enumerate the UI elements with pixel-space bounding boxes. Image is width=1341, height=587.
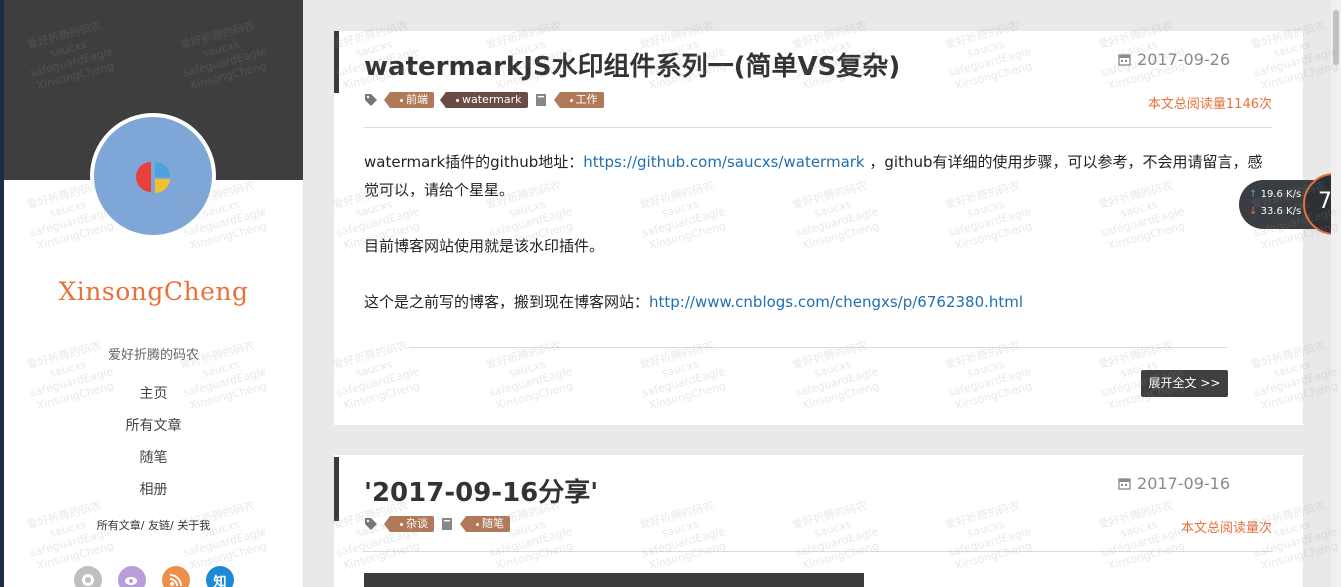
scrollbar[interactable] bbox=[1331, 0, 1341, 587]
paragraph-usage: 目前博客网站使用就是该水印插件。 bbox=[364, 237, 605, 255]
tag-icon bbox=[365, 518, 377, 530]
post-date-text: 2017-09-16 bbox=[1137, 474, 1230, 493]
github-icon[interactable] bbox=[74, 566, 102, 587]
tag-frontend[interactable]: 前端 bbox=[384, 92, 434, 108]
download-value: 33.6 bbox=[1260, 206, 1283, 217]
zhihu-icon[interactable]: 知 bbox=[206, 566, 234, 587]
avatar[interactable] bbox=[90, 113, 216, 239]
category-label: 工作 bbox=[575, 93, 598, 106]
upload-speed: ↑ 19.6 K/s bbox=[1249, 189, 1301, 200]
weibo-icon[interactable] bbox=[118, 566, 146, 587]
book-icon bbox=[442, 518, 452, 530]
upload-arrow-icon: ↑ bbox=[1249, 189, 1258, 200]
tag-label: watermark bbox=[462, 93, 522, 106]
post-date: 2017-09-26 bbox=[1118, 50, 1230, 69]
nav-essays[interactable]: 随笔 bbox=[4, 447, 303, 467]
zhihu-glyph: 知 bbox=[213, 574, 227, 587]
post-image bbox=[364, 573, 864, 587]
cnblogs-link[interactable]: http://www.cnblogs.com/chengxs/p/6762380… bbox=[649, 293, 1023, 311]
title-divider bbox=[364, 551, 1272, 552]
site-description: 爱好折腾的码农 bbox=[107, 348, 199, 363]
post-accent-bar bbox=[334, 457, 339, 521]
read-count: 本文总阅读量1146次 bbox=[1147, 97, 1272, 112]
expand-button[interactable]: 展开全文 >> bbox=[1141, 370, 1228, 397]
post-accent-bar bbox=[334, 31, 339, 93]
github-link[interactable]: https://github.com/saucxs/watermark bbox=[583, 153, 864, 171]
download-speed: ↓ 33.6 K/s bbox=[1249, 206, 1301, 217]
post-card: watermarkJS水印组件系列一(简单VS复杂) 2017-09-26 本文… bbox=[334, 31, 1303, 425]
calendar-icon bbox=[1118, 478, 1131, 490]
speed-unit: K/s bbox=[1286, 206, 1302, 217]
nav-all-articles[interactable]: 所有文章 bbox=[4, 415, 303, 435]
calendar-icon bbox=[1118, 54, 1131, 66]
text: 这个是之前写的博客，搬到现在博客网站： bbox=[364, 293, 650, 311]
tag-label: 杂谈 bbox=[406, 517, 428, 530]
tag-watermark[interactable]: watermark bbox=[440, 92, 528, 108]
paragraph-github: watermark插件的github地址：https://github.com/… bbox=[364, 148, 1274, 204]
post-date-text: 2017-09-26 bbox=[1137, 50, 1230, 69]
nav-album[interactable]: 相册 bbox=[4, 479, 303, 499]
post-date: 2017-09-16 bbox=[1118, 474, 1230, 493]
nav-home[interactable]: 主页 bbox=[4, 383, 303, 403]
paragraph-cnblogs: 这个是之前写的博客，搬到现在博客网站：http://www.cnblogs.co… bbox=[364, 288, 1023, 316]
speed-unit: K/s bbox=[1286, 189, 1302, 200]
tag-chat[interactable]: 杂谈 bbox=[384, 516, 434, 532]
text: watermark插件的github地址： bbox=[364, 153, 584, 171]
category-work[interactable]: 工作 bbox=[553, 92, 604, 108]
sidebar-sub-links[interactable]: 所有文章/ 友链/ 关于我 bbox=[4, 517, 303, 533]
site-name[interactable]: XinsongCheng bbox=[4, 277, 303, 306]
category-label: 随笔 bbox=[482, 517, 504, 530]
scrollbar-thumb[interactable] bbox=[1333, 10, 1339, 65]
rss-icon[interactable] bbox=[162, 566, 190, 587]
sidebar: XinsongCheng 爱好折腾的码农 主页 所有文章 随笔 相册 所有文章/… bbox=[4, 0, 303, 587]
post-tags: 前端 watermark 工作 bbox=[364, 92, 604, 108]
category-essay[interactable]: 随笔 bbox=[460, 516, 510, 532]
post-tags: 杂谈 随笔 bbox=[364, 516, 510, 532]
book-icon bbox=[535, 94, 546, 106]
post-card: '2017-09-16分享' 2017-09-16 本文总阅读量次 杂谈 随笔 bbox=[334, 455, 1303, 587]
title-divider bbox=[364, 127, 1272, 128]
content-divider bbox=[409, 347, 1227, 348]
post-title[interactable]: watermarkJS水印组件系列一(简单VS复杂) bbox=[364, 46, 900, 83]
tag-icon bbox=[365, 94, 377, 106]
tag-label: 前端 bbox=[406, 93, 428, 106]
read-count: 本文总阅读量次 bbox=[1180, 521, 1272, 536]
post-title[interactable]: '2017-09-16分享' bbox=[364, 472, 598, 509]
pie-logo-icon bbox=[136, 162, 170, 194]
download-arrow-icon: ↓ bbox=[1249, 206, 1258, 217]
upload-value: 19.6 bbox=[1260, 189, 1283, 200]
